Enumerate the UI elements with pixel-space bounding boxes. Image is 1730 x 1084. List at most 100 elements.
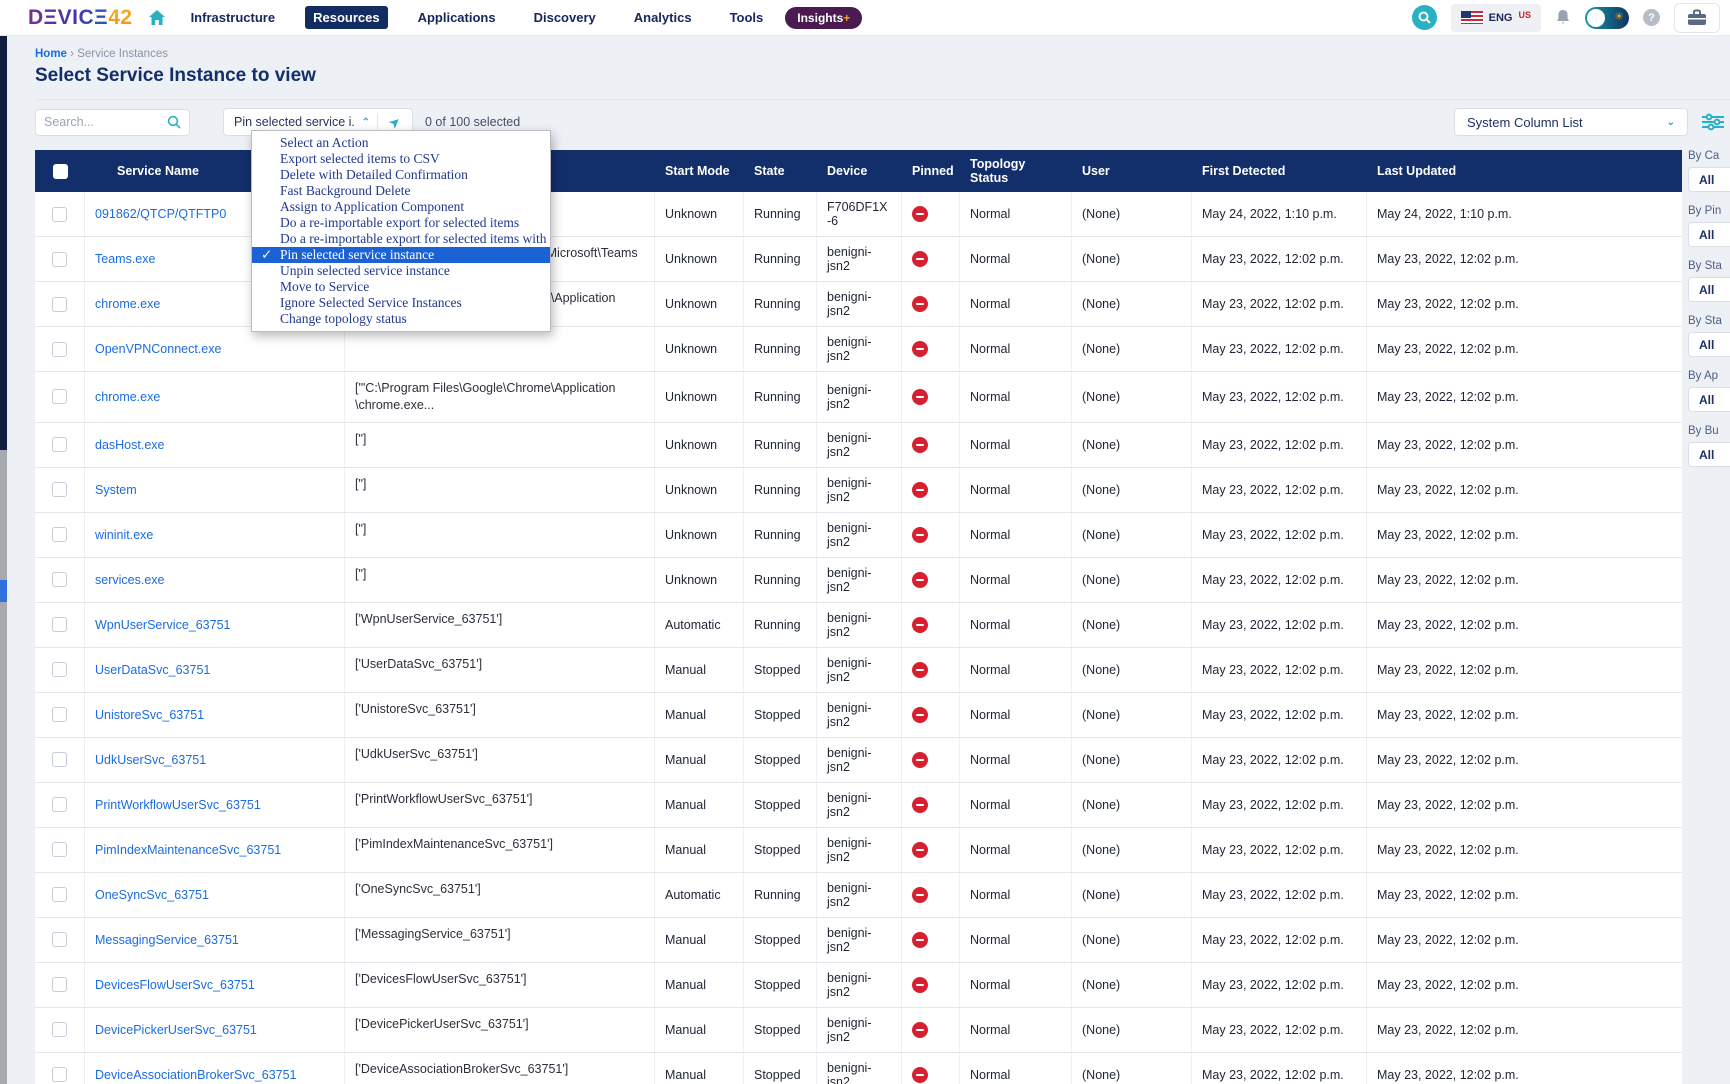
nav-menu-item[interactable]: Resources xyxy=(305,6,387,29)
service-name-link[interactable]: Teams.exe xyxy=(95,252,155,266)
column-list-select[interactable]: System Column List ⌄ xyxy=(1454,108,1688,136)
row-checkbox[interactable] xyxy=(52,572,67,587)
service-name-link[interactable]: wininit.exe xyxy=(95,528,153,542)
action-menu-item[interactable]: Unpin selected service instance xyxy=(252,263,550,279)
first-detected-cell: May 23, 2022, 12:02 p.m. xyxy=(1192,828,1367,872)
left-rail-scrollbar[interactable] xyxy=(0,450,7,1084)
service-name-link[interactable]: services.exe xyxy=(95,573,164,587)
action-menu-item[interactable]: Do a re-importable export for selected i… xyxy=(252,215,550,231)
service-name-link[interactable]: DevicePickerUserSvc_63751 xyxy=(95,1023,257,1037)
service-name-link[interactable]: WpnUserService_63751 xyxy=(95,618,231,632)
action-menu-item[interactable]: Move to Service xyxy=(252,279,550,295)
column-settings-icon[interactable] xyxy=(1702,113,1724,131)
row-checkbox[interactable] xyxy=(52,662,67,677)
row-checkbox[interactable] xyxy=(52,797,67,812)
nav-menu-item[interactable]: Analytics xyxy=(626,6,700,29)
service-name-link[interactable]: DevicesFlowUserSvc_63751 xyxy=(95,978,255,992)
filter-select[interactable]: All xyxy=(1688,387,1730,412)
row-checkbox[interactable] xyxy=(52,342,67,357)
action-select[interactable]: Pin selected service i... xyxy=(224,115,355,129)
files-cell: ["] xyxy=(345,468,655,512)
filter-select[interactable]: All xyxy=(1688,442,1730,467)
language-selector[interactable]: ENG US xyxy=(1451,4,1541,32)
theme-toggle[interactable]: ☀ xyxy=(1585,7,1629,29)
service-name-link[interactable]: dasHost.exe xyxy=(95,438,164,452)
pinned-cell xyxy=(902,1053,960,1084)
service-name-link[interactable]: UserDataSvc_63751 xyxy=(95,663,210,677)
help-icon[interactable]: ? xyxy=(1643,9,1660,26)
row-checkbox[interactable] xyxy=(52,1067,67,1082)
row-checkbox[interactable] xyxy=(52,207,67,222)
insights-button[interactable]: Insights+ xyxy=(785,7,862,29)
filter-select[interactable]: All xyxy=(1688,277,1730,302)
start-mode-cell: Unknown xyxy=(655,372,744,422)
row-checkbox[interactable] xyxy=(52,842,67,857)
service-name-link[interactable]: 091862/QTCP/QTFTP0 xyxy=(95,207,226,221)
header-first-detected[interactable]: First Detected xyxy=(1192,150,1367,192)
row-checkbox[interactable] xyxy=(52,707,67,722)
action-menu-item[interactable]: Change topology status xyxy=(252,311,550,327)
row-checkbox[interactable] xyxy=(52,437,67,452)
row-checkbox[interactable] xyxy=(52,527,67,542)
service-name-link[interactable]: UnistoreSvc_63751 xyxy=(95,708,204,722)
action-menu-item[interactable]: Fast Background Delete xyxy=(252,183,550,199)
topology-status-cell: Normal xyxy=(960,558,1072,602)
service-name-link[interactable]: UdkUserSvc_63751 xyxy=(95,753,206,767)
topology-status-cell: Normal xyxy=(960,963,1072,1007)
select-all-checkbox[interactable] xyxy=(53,164,68,179)
filter-select[interactable]: All xyxy=(1688,167,1730,192)
notifications-bell-icon[interactable] xyxy=(1555,9,1571,26)
last-updated-cell: May 23, 2022, 12:02 p.m. xyxy=(1367,237,1682,281)
nav-menu-item[interactable]: Applications xyxy=(410,6,504,29)
left-rail-collapsed-tab[interactable] xyxy=(0,580,7,602)
action-menu-item[interactable]: ✓Pin selected service instance xyxy=(252,247,550,263)
row-checkbox[interactable] xyxy=(52,752,67,767)
row-checkbox[interactable] xyxy=(52,482,67,497)
service-name-link[interactable]: OpenVPNConnect.exe xyxy=(95,342,221,356)
service-name-link[interactable]: PimIndexMaintenanceSvc_63751 xyxy=(95,843,281,857)
row-checkbox[interactable] xyxy=(52,617,67,632)
header-user[interactable]: User xyxy=(1072,150,1192,192)
filter-select[interactable]: All xyxy=(1688,222,1730,247)
service-name-link[interactable]: DeviceAssociationBrokerSvc_63751 xyxy=(95,1068,297,1082)
action-menu-item[interactable]: Do a re-importable export for selected i… xyxy=(252,231,550,247)
service-name-link[interactable]: chrome.exe xyxy=(95,297,160,311)
filter-select[interactable]: All xyxy=(1688,332,1730,357)
header-state[interactable]: State xyxy=(744,150,817,192)
row-checkbox[interactable] xyxy=(52,252,67,267)
action-dropdown-menu: Select an Action Export selected items t… xyxy=(251,130,551,332)
service-name-link[interactable]: chrome.exe xyxy=(95,390,160,404)
action-menu-item[interactable]: Delete with Detailed Confirmation xyxy=(252,167,550,183)
service-name-link[interactable]: MessagingService_63751 xyxy=(95,933,239,947)
row-checkbox[interactable] xyxy=(52,932,67,947)
row-checkbox[interactable] xyxy=(52,389,67,404)
action-menu-item[interactable]: Select an Action xyxy=(252,135,550,151)
briefcase-icon[interactable] xyxy=(1674,3,1720,33)
action-menu-item[interactable]: Assign to Application Component xyxy=(252,199,550,215)
user-cell: (None) xyxy=(1072,282,1192,326)
row-checkbox-cell xyxy=(35,558,85,602)
header-start-mode[interactable]: Start Mode xyxy=(655,150,744,192)
nav-menu-item[interactable]: Infrastructure xyxy=(183,6,284,29)
home-icon[interactable] xyxy=(149,10,165,25)
row-checkbox[interactable] xyxy=(52,977,67,992)
service-name-link[interactable]: System xyxy=(95,483,137,497)
header-pinned[interactable]: Pinned xyxy=(902,150,960,192)
table-row: PrintWorkflowUserSvc_63751 ['PrintWorkfl… xyxy=(35,783,1682,828)
action-menu-item[interactable]: Ignore Selected Service Instances xyxy=(252,295,550,311)
header-topology-status[interactable]: Topology Status xyxy=(960,150,1072,192)
action-menu-item[interactable]: Export selected items to CSV xyxy=(252,151,550,167)
row-checkbox[interactable] xyxy=(52,1022,67,1037)
nav-menu-item[interactable]: Tools xyxy=(722,6,772,29)
row-checkbox[interactable] xyxy=(52,297,67,312)
header-device[interactable]: Device xyxy=(817,150,902,192)
row-checkbox[interactable] xyxy=(52,887,67,902)
nav-menu-item[interactable]: Discovery xyxy=(526,6,604,29)
service-name-link[interactable]: PrintWorkflowUserSvc_63751 xyxy=(95,798,261,812)
service-name-link[interactable]: OneSyncSvc_63751 xyxy=(95,888,209,902)
global-search-icon[interactable] xyxy=(1412,5,1437,30)
header-last-updated[interactable]: Last Updated xyxy=(1367,150,1682,192)
device42-logo[interactable]: DΞVICΞ 42 xyxy=(28,6,133,30)
breadcrumb-home-link[interactable]: Home xyxy=(35,48,67,60)
search-input[interactable] xyxy=(44,115,167,129)
